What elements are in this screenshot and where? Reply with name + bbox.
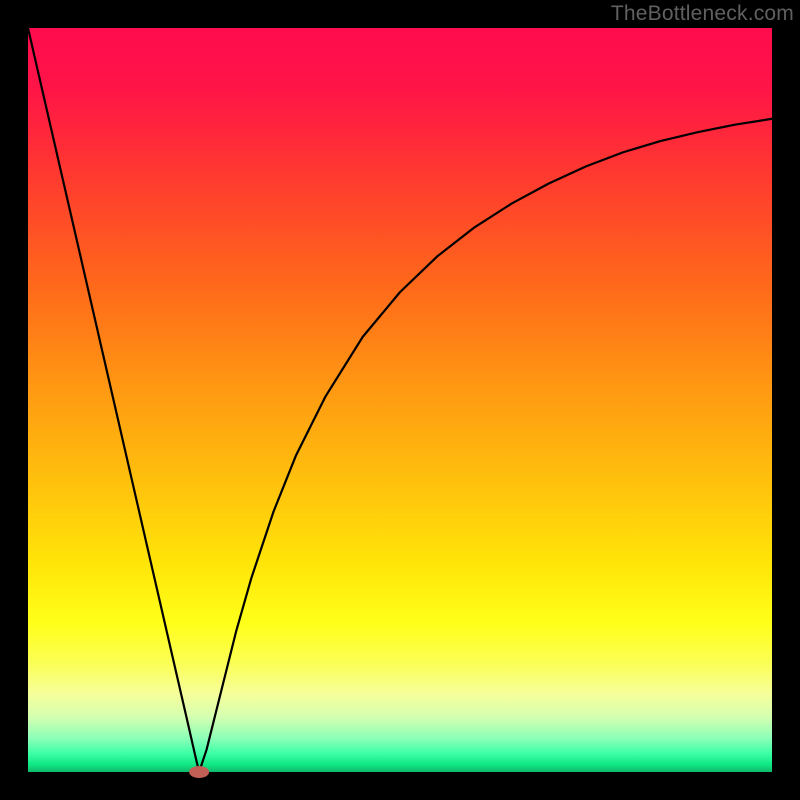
watermark-text: TheBottleneck.com (611, 2, 794, 26)
chart-frame: TheBottleneck.com (0, 0, 800, 800)
bottleneck-chart (0, 0, 800, 800)
plot-area-background (28, 28, 772, 772)
sweet-spot-marker (189, 766, 209, 778)
